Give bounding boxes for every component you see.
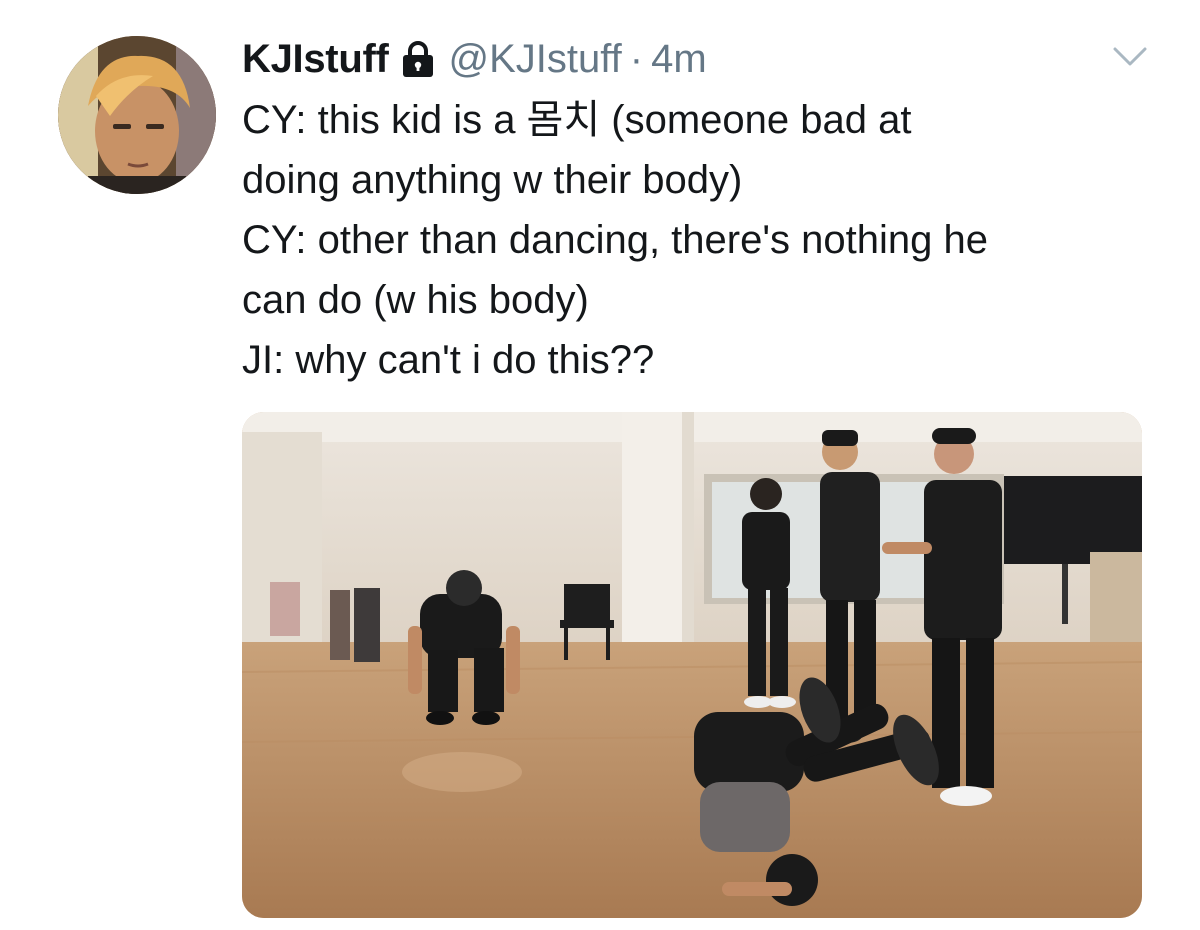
display-name[interactable]: KJIstuff [242, 37, 389, 82]
tweet-text-line: CY: other than dancing, there's nothing … [242, 218, 988, 262]
avatar[interactable] [58, 36, 216, 194]
tweet-card: KJIstuff @KJIstuff · 4m CY: this kid is … [0, 0, 1200, 930]
tweet-header: KJIstuff @KJIstuff · 4m [242, 34, 707, 84]
tweet-text-line: JI: why can't i do this?? [242, 338, 655, 382]
video-still [242, 412, 1142, 918]
lock-icon [401, 40, 435, 78]
tweet-text: CY: this kid is a 몸치 (someone bad at doi… [242, 90, 1162, 390]
timestamp[interactable]: 4m [651, 37, 707, 82]
tweet-text-line: can do (w his body) [242, 278, 589, 322]
separator-dot: · [629, 36, 644, 81]
avatar-image [58, 36, 216, 194]
user-handle[interactable]: @KJIstuff [449, 37, 622, 82]
tweet-text-line: CY: this kid is a 몸치 (someone bad at [242, 98, 912, 142]
tweet-text-line: doing anything w their body) [242, 158, 743, 202]
chevron-down-icon[interactable] [1112, 44, 1148, 70]
tweet-media-video[interactable] [242, 412, 1142, 918]
